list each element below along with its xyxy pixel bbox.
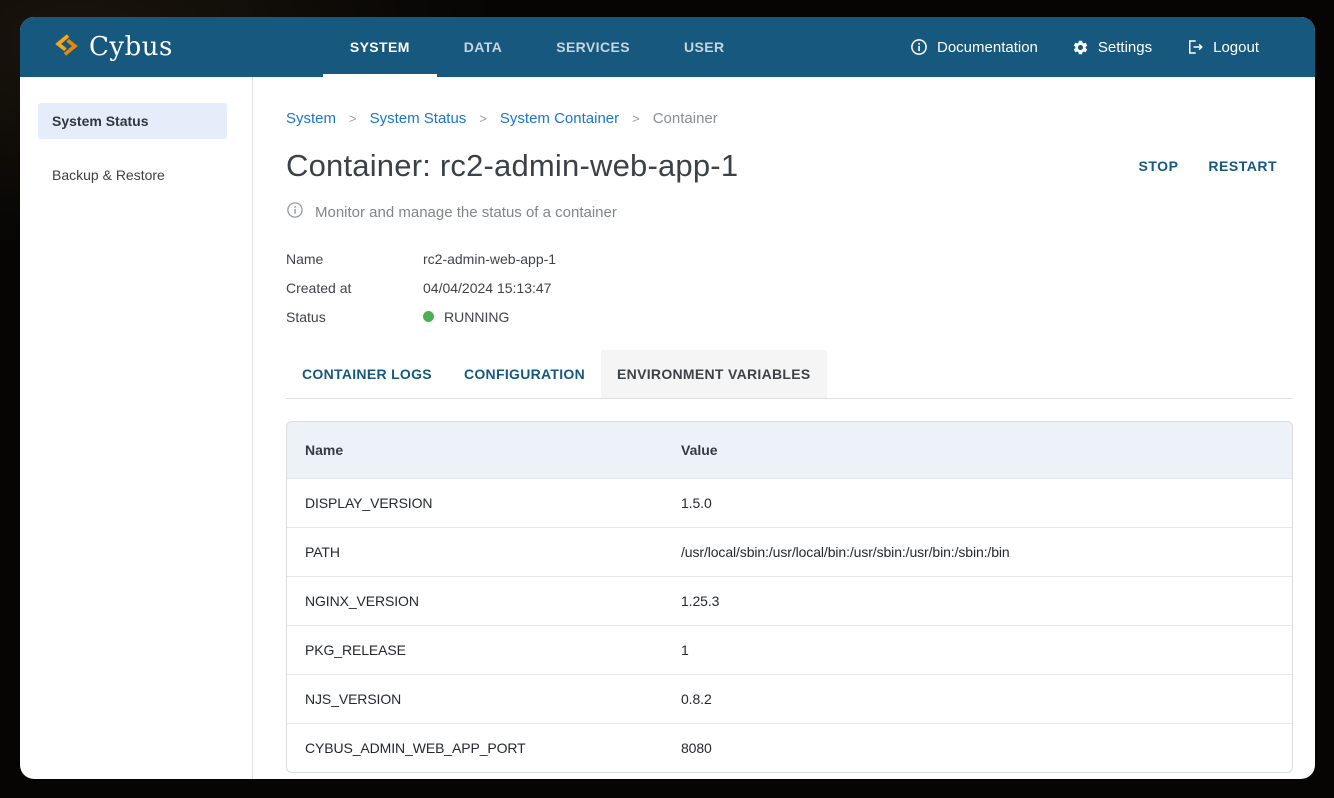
cybus-logo-text: Cybus (89, 32, 173, 62)
status-running-dot-icon (423, 311, 434, 322)
column-header-name: Name (287, 422, 663, 478)
gear-icon (1072, 39, 1089, 56)
nav-item-user[interactable]: USER (657, 17, 752, 77)
table-row: NGINX_VERSION 1.25.3 (287, 576, 1292, 625)
documentation-button[interactable]: Documentation (910, 38, 1038, 56)
breadcrumb-current: Container (653, 110, 718, 127)
env-value-cell: 1.5.0 (663, 478, 1292, 527)
stop-button[interactable]: STOP (1131, 152, 1187, 180)
breadcrumb-link-system-container[interactable]: System Container (500, 110, 619, 127)
detail-row-status: Status RUNNING (286, 302, 1293, 331)
detail-value: 04/04/2024 15:13:47 (423, 280, 551, 296)
logout-label: Logout (1213, 39, 1259, 56)
chevron-right-icon: > (349, 111, 357, 126)
info-circle-icon (910, 38, 928, 56)
nav-item-system[interactable]: SYSTEM (323, 17, 437, 77)
env-value-cell: 8080 (663, 723, 1292, 772)
sidebar-item-system-status[interactable]: System Status (38, 103, 227, 139)
logout-button[interactable]: Logout (1186, 38, 1259, 56)
env-name-cell: CYBUS_ADMIN_WEB_APP_PORT (287, 723, 663, 772)
table-row: PKG_RELEASE 1 (287, 625, 1292, 674)
env-name-cell: NJS_VERSION (287, 674, 663, 723)
env-name-cell: PATH (287, 527, 663, 576)
nav-item-data[interactable]: DATA (437, 17, 529, 77)
nav-actions: Documentation Settings L (910, 17, 1315, 77)
nav-item-services[interactable]: SERVICES (529, 17, 657, 77)
breadcrumb: System > System Status > System Containe… (286, 110, 1293, 127)
detail-tabs: CONTAINER LOGS CONFIGURATION ENVIRONMENT… (286, 350, 1293, 398)
table-row: PATH /usr/local/sbin:/usr/local/bin:/usr… (287, 527, 1292, 576)
main-content: System > System Status > System Containe… (253, 77, 1315, 779)
info-circle-icon (286, 201, 304, 223)
env-value-cell: 0.8.2 (663, 674, 1292, 723)
breadcrumb-link-system-status[interactable]: System Status (370, 110, 467, 127)
status-value: RUNNING (423, 309, 509, 325)
env-name-cell: DISPLAY_VERSION (287, 478, 663, 527)
detail-label: Created at (286, 280, 423, 296)
chevron-right-icon: > (479, 111, 487, 126)
documentation-label: Documentation (937, 39, 1038, 56)
env-name-cell: NGINX_VERSION (287, 576, 663, 625)
table-row: DISPLAY_VERSION 1.5.0 (287, 478, 1292, 527)
restart-button[interactable]: RESTART (1200, 152, 1285, 180)
detail-label: Name (286, 251, 423, 267)
page-subtitle-row: Monitor and manage the status of a conta… (286, 201, 1293, 223)
sidebar: System Status Backup & Restore (20, 77, 253, 779)
chevron-right-icon: > (632, 111, 640, 126)
detail-row-name: Name rc2-admin-web-app-1 (286, 244, 1293, 273)
tabs-divider (286, 398, 1293, 399)
tab-configuration[interactable]: CONFIGURATION (448, 350, 601, 398)
settings-label: Settings (1098, 39, 1152, 56)
tab-environment-variables[interactable]: ENVIRONMENT VARIABLES (601, 350, 827, 398)
table-header-row: Name Value (287, 422, 1292, 478)
table-row: CYBUS_ADMIN_WEB_APP_PORT 8080 (287, 723, 1292, 772)
page-title: Container: rc2-admin-web-app-1 (286, 148, 738, 184)
page-subtitle: Monitor and manage the status of a conta… (315, 204, 617, 221)
cybus-logo-icon (54, 32, 79, 63)
breadcrumb-link-system[interactable]: System (286, 110, 336, 127)
app-window: Cybus SYSTEM DATA SERVICES USER Document… (20, 17, 1315, 779)
status-badge: RUNNING (444, 309, 509, 325)
table-row: NJS_VERSION 0.8.2 (287, 674, 1292, 723)
env-value-cell: 1 (663, 625, 1292, 674)
detail-row-created-at: Created at 04/04/2024 15:13:47 (286, 273, 1293, 302)
detail-label: Status (286, 309, 423, 325)
cybus-logo[interactable]: Cybus (20, 17, 207, 77)
container-details: Name rc2-admin-web-app-1 Created at 04/0… (286, 244, 1293, 331)
env-value-cell: 1.25.3 (663, 576, 1292, 625)
env-value-cell: /usr/local/sbin:/usr/local/bin:/usr/sbin… (663, 527, 1292, 576)
column-header-value: Value (663, 422, 1292, 478)
main-nav: SYSTEM DATA SERVICES USER (323, 17, 752, 77)
detail-value: rc2-admin-web-app-1 (423, 251, 556, 267)
env-name-cell: PKG_RELEASE (287, 625, 663, 674)
settings-button[interactable]: Settings (1072, 39, 1152, 56)
logout-icon (1186, 38, 1204, 56)
container-actions: STOP RESTART (1131, 152, 1293, 180)
top-navbar: Cybus SYSTEM DATA SERVICES USER Document… (20, 17, 1315, 77)
tab-container-logs[interactable]: CONTAINER LOGS (286, 350, 448, 398)
sidebar-item-backup-restore[interactable]: Backup & Restore (38, 157, 227, 193)
environment-variables-table: Name Value DISPLAY_VERSION 1.5.0 PATH /u… (286, 421, 1293, 773)
